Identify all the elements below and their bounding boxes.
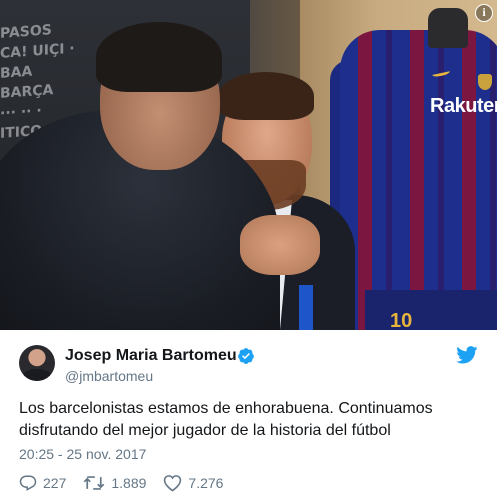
jersey-shorts	[365, 290, 497, 330]
action-bar: 227 1.889 7.276	[19, 473, 240, 493]
jersey	[340, 30, 497, 330]
reply-icon	[19, 475, 37, 491]
jersey-sponsor: Rakuten	[430, 95, 497, 117]
smiling-man-tie	[299, 285, 313, 330]
avatar-suit	[23, 369, 51, 381]
reply-count: 227	[43, 475, 67, 491]
smiling-man-hair	[218, 72, 314, 120]
twitter-bird-icon[interactable]	[456, 346, 478, 364]
retweet-button[interactable]: 1.889	[83, 474, 146, 492]
tweet-card: PASOS CA! UIÇI · BAA BARÇA ··· ·· · ITIC…	[0, 0, 497, 503]
reply-button[interactable]: 227	[19, 474, 66, 492]
avatar[interactable]	[19, 345, 55, 381]
retweet-count: 1.889	[111, 475, 147, 491]
left-man-hair	[96, 22, 222, 92]
timestamp[interactable]: 20:25 - 25 nov. 2017	[19, 446, 146, 462]
author-name[interactable]: Josep Maria Bartomeu	[65, 347, 237, 365]
tweet-photo[interactable]: PASOS CA! UIÇI · BAA BARÇA ··· ·· · ITIC…	[0, 0, 497, 330]
author-handle[interactable]: @jmbartomeu	[65, 368, 153, 384]
tweet-text: Los barcelonistas estamos de enhorabuena…	[19, 400, 433, 439]
heart-icon	[164, 475, 182, 492]
shorts-number: 10	[390, 310, 413, 330]
retweet-icon	[84, 476, 105, 490]
club-crest-icon	[478, 74, 492, 90]
handshake	[240, 215, 320, 275]
verified-badge-icon	[238, 348, 254, 364]
like-count: 7.276	[188, 475, 224, 491]
like-button[interactable]: 7.276	[163, 474, 223, 492]
info-icon[interactable]: i	[475, 4, 493, 22]
mannequin-neck	[428, 8, 468, 48]
